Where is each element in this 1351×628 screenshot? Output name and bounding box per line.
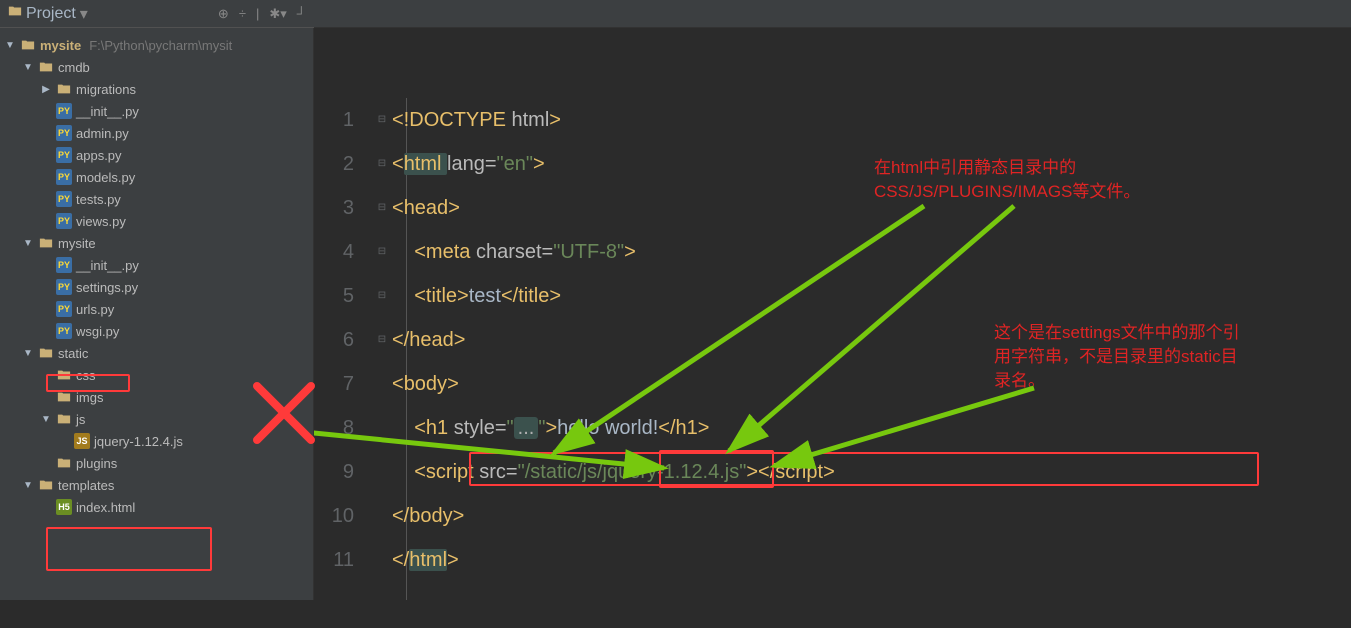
tree-item-wsgi-py[interactable]: PYwsgi.py bbox=[4, 320, 309, 342]
python-file-icon: PY bbox=[56, 191, 72, 207]
scroll-to-icon[interactable]: ÷ bbox=[239, 6, 246, 22]
gutter-line-3: 3 bbox=[314, 186, 354, 230]
folder-icon bbox=[56, 81, 72, 97]
tree-item-migrations[interactable]: ▶migrations bbox=[4, 78, 309, 100]
folder-icon bbox=[56, 455, 72, 471]
code-line-10[interactable]: </body> bbox=[392, 494, 1351, 538]
tree-item-templates[interactable]: ▼templates bbox=[4, 474, 309, 496]
code-line-4[interactable]: <meta charset="UTF-8"> bbox=[392, 230, 1351, 274]
fold-column[interactable]: ⊟⊟⊟⊟⊟⊟ bbox=[372, 98, 392, 600]
python-file-icon: PY bbox=[56, 257, 72, 273]
tree-item-tests-py[interactable]: PYtests.py bbox=[4, 188, 309, 210]
gutter-line-4: 4 bbox=[314, 230, 354, 274]
gutter-line-5: 5 bbox=[314, 274, 354, 318]
gutter-line-7: 7 bbox=[314, 362, 354, 406]
tree-item-static[interactable]: ▼static bbox=[4, 342, 309, 364]
code-line-6[interactable]: </head> bbox=[392, 318, 1351, 362]
python-file-icon: PY bbox=[56, 323, 72, 339]
tree-item-js[interactable]: ▼js bbox=[4, 408, 309, 430]
project-dropdown-icon[interactable]: ▾ bbox=[80, 4, 88, 24]
tree-item-settings-py[interactable]: PYsettings.py bbox=[4, 276, 309, 298]
gutter-line-6: 6 bbox=[314, 318, 354, 362]
code-line-1[interactable]: <!DOCTYPE html> bbox=[392, 98, 1351, 142]
project-toolbar: ⊕ ÷ | ✱▾ ┘ bbox=[218, 6, 306, 22]
tab-bar-row: Project ▾ ⊕ ÷ | ✱▾ ┘ PYsettings.py×H5ind… bbox=[0, 0, 1351, 28]
gutter-line-2: 2 bbox=[314, 142, 354, 186]
folder-icon bbox=[56, 367, 72, 383]
code-line-8[interactable]: <h1 style="...">hello world!</h1> bbox=[392, 406, 1351, 450]
project-folder-icon bbox=[8, 4, 22, 23]
folder-icon bbox=[38, 345, 54, 361]
gutter-line-10: 10 bbox=[314, 494, 354, 538]
folder-icon bbox=[20, 37, 36, 53]
code-line-7[interactable]: <body> bbox=[392, 362, 1351, 406]
python-file-icon: PY bbox=[56, 103, 72, 119]
code-line-5[interactable]: <title>test</title> bbox=[392, 274, 1351, 318]
folder-icon bbox=[38, 59, 54, 75]
minimize-icon[interactable]: ┘ bbox=[297, 6, 306, 22]
tree-item-imgs[interactable]: imgs bbox=[4, 386, 309, 408]
folder-icon bbox=[56, 411, 72, 427]
gutter-line-9: 9 bbox=[314, 450, 354, 494]
tree-item-urls-py[interactable]: PYurls.py bbox=[4, 298, 309, 320]
code-line-11[interactable]: </html> bbox=[392, 538, 1351, 582]
tree-item-apps-py[interactable]: PYapps.py bbox=[4, 144, 309, 166]
code-area[interactable]: <!DOCTYPE html><html lang="en"><head> <m… bbox=[392, 98, 1351, 600]
python-file-icon: PY bbox=[56, 301, 72, 317]
code-editor[interactable]: 1234567891011 ⊟⊟⊟⊟⊟⊟ <!DOCTYPE html><htm… bbox=[314, 28, 1351, 600]
python-file-icon: PY bbox=[56, 125, 72, 141]
tree-item-admin-py[interactable]: PYadmin.py bbox=[4, 122, 309, 144]
tree-item-mysite[interactable]: ▼mysite bbox=[4, 232, 309, 254]
tree-item---init---py[interactable]: PY__init__.py bbox=[4, 100, 309, 122]
tree-item-cmdb[interactable]: ▼cmdb bbox=[4, 56, 309, 78]
fold-marker-10[interactable]: ⊟ bbox=[372, 274, 392, 318]
fold-marker-6[interactable]: ⊟ bbox=[372, 186, 392, 230]
gutter-line-8: 8 bbox=[314, 406, 354, 450]
folder-icon bbox=[56, 389, 72, 405]
project-tool-header: Project ▾ ⊕ ÷ | ✱▾ ┘ bbox=[0, 0, 314, 28]
gutter-line-11: 11 bbox=[314, 538, 354, 582]
js-file-icon: JS bbox=[74, 433, 90, 449]
gutter-line-1: 1 bbox=[314, 98, 354, 142]
python-file-icon: PY bbox=[56, 169, 72, 185]
tree-item---init---py[interactable]: PY__init__.py bbox=[4, 254, 309, 276]
tree-root[interactable]: ▼mysiteF:\Python\pycharm\mysit bbox=[4, 34, 309, 56]
settings-gear-icon[interactable]: ✱▾ bbox=[269, 6, 286, 22]
collapse-all-icon[interactable]: ⊕ bbox=[218, 6, 229, 22]
fold-marker-7[interactable]: ⊟ bbox=[372, 230, 392, 274]
tree-item-jquery-1-12-4-js[interactable]: JSjquery-1.12.4.js bbox=[4, 430, 309, 452]
project-title: Project bbox=[26, 5, 76, 23]
code-line-3[interactable]: <head> bbox=[392, 186, 1351, 230]
project-tree[interactable]: ▼mysiteF:\Python\pycharm\mysit▼cmdb▶migr… bbox=[0, 28, 313, 600]
code-line-9[interactable]: <script src="/static/js/jquery-1.12.4.js… bbox=[392, 450, 1351, 494]
tree-item-views-py[interactable]: PYviews.py bbox=[4, 210, 309, 232]
tree-item-plugins[interactable]: plugins bbox=[4, 452, 309, 474]
fold-marker-2[interactable]: ⊟ bbox=[372, 98, 392, 142]
main-area: ▼mysiteF:\Python\pycharm\mysit▼cmdb▶migr… bbox=[0, 28, 1351, 600]
project-sidebar: ▼mysiteF:\Python\pycharm\mysit▼cmdb▶migr… bbox=[0, 28, 314, 600]
hide-icon[interactable]: | bbox=[256, 6, 259, 22]
line-gutter: 1234567891011 bbox=[314, 98, 372, 600]
python-file-icon: PY bbox=[56, 213, 72, 229]
folder-icon bbox=[38, 477, 54, 493]
code-line-2[interactable]: <html lang="en"> bbox=[392, 142, 1351, 186]
python-file-icon: PY bbox=[56, 279, 72, 295]
fold-marker-11[interactable]: ⊟ bbox=[372, 318, 392, 362]
html-file-icon: H5 bbox=[56, 499, 72, 515]
tree-item-index-html[interactable]: H5index.html bbox=[4, 496, 309, 518]
folder-icon bbox=[38, 235, 54, 251]
tree-item-models-py[interactable]: PYmodels.py bbox=[4, 166, 309, 188]
python-file-icon: PY bbox=[56, 147, 72, 163]
fold-marker-3[interactable]: ⊟ bbox=[372, 142, 392, 186]
tree-item-css[interactable]: css bbox=[4, 364, 309, 386]
